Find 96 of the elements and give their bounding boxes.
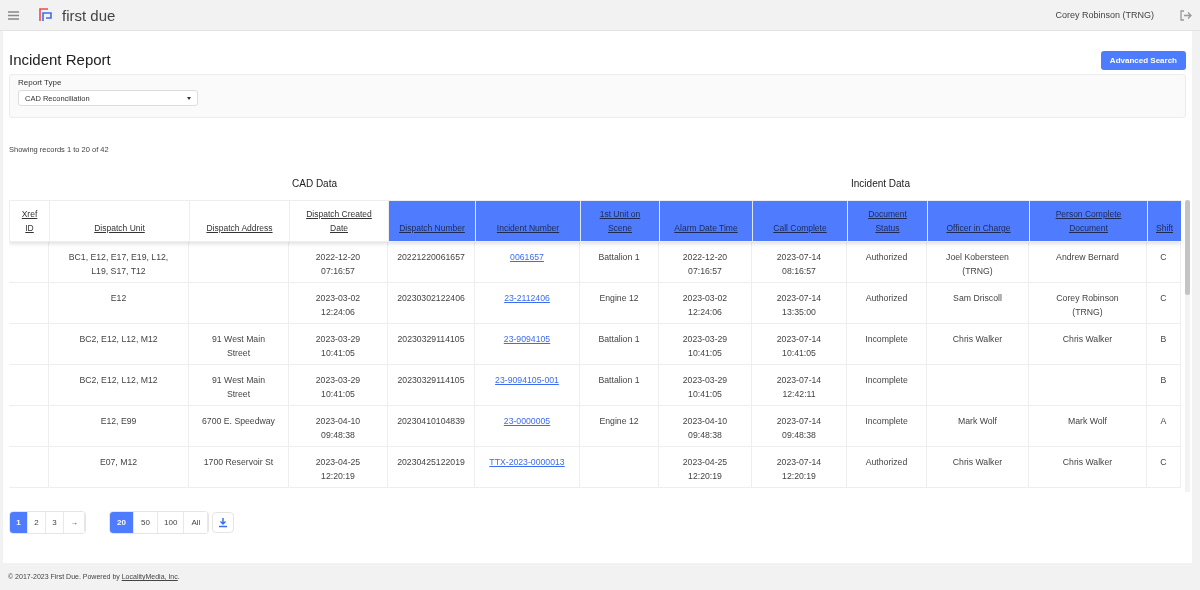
- table-cell-text: 2023-07-14 09:48:38: [775, 415, 823, 442]
- incident-link[interactable]: 23-0000005: [503, 414, 551, 428]
- table-cell-text: BC1, E12, E17, E19, L12, L19, S17, T12: [67, 251, 170, 278]
- incident-link[interactable]: TTX-2023-0000013: [489, 455, 565, 469]
- column-header[interactable]: Incident Number: [476, 201, 581, 241]
- table-cell-text: Incomplete: [865, 333, 908, 346]
- table-cell-text: 91 West Main Street: [211, 333, 266, 360]
- table-cell-text: 2023-04-10 09:48:38: [314, 415, 362, 442]
- table-cell-text: 2023-03-29 10:41:05: [681, 333, 729, 360]
- table-cell-text: B: [1160, 374, 1167, 387]
- page-button[interactable]: 1: [10, 512, 28, 533]
- column-header[interactable]: Officer in Charge: [928, 201, 1030, 241]
- column-header[interactable]: Dispatch Unit: [50, 201, 190, 241]
- table-cell-text: Incomplete: [865, 374, 908, 387]
- table-cell-text: Joel Kobersteen (TRNG): [945, 251, 1010, 278]
- column-header[interactable]: Shift: [1148, 201, 1181, 241]
- column-header[interactable]: Alarm Date Time: [660, 201, 753, 241]
- table-cell-text: B: [1160, 333, 1167, 346]
- table-cell-text: Battalion 1: [598, 333, 640, 346]
- table-cell-text: Sam Driscoll: [953, 292, 1002, 305]
- table-cell-text: 2023-03-02 12:24:06: [314, 292, 362, 319]
- table-cell-text: 20221220061657: [397, 251, 465, 264]
- table-cell-text: 2023-07-14 10:41:05: [775, 333, 823, 360]
- table-cell-text: 20230425122019: [397, 456, 465, 469]
- table-cell-text: C: [1160, 292, 1167, 305]
- table-cell-text: 1700 Reservoir St: [203, 456, 274, 469]
- table-cell-text: Chris Walker: [1062, 333, 1113, 346]
- table-cell-text: Chris Walker: [1062, 456, 1113, 469]
- table-cell-text: 20230410104839: [397, 415, 465, 428]
- table-cell-text: Engine 12: [599, 415, 639, 428]
- incident-link[interactable]: 23-2112406: [504, 291, 550, 305]
- menu-icon[interactable]: [8, 10, 19, 20]
- table-cell-text: C: [1160, 251, 1167, 264]
- column-header[interactable]: Call Complete: [753, 201, 848, 241]
- table-cell-text: 91 West Main Street: [211, 374, 266, 401]
- table-cell-text: Authorized: [865, 456, 908, 469]
- table-cell-text: Engine 12: [599, 292, 639, 305]
- table-cell-text: Chris Walker: [952, 333, 1003, 346]
- table-cell-text: 20230329114105: [397, 374, 465, 387]
- table-cell-text: 2023-04-25 12:20:19: [681, 456, 729, 483]
- table-cell-text: 2023-04-25 12:20:19: [314, 456, 362, 483]
- table-cell-text: E07, M12: [99, 456, 138, 469]
- table-cell-text: Corey Robinson (TRNG): [1055, 292, 1120, 319]
- table-cell-text: Incomplete: [865, 415, 908, 428]
- incident-link[interactable]: 23-9094105: [503, 332, 551, 346]
- logo-icon: [39, 8, 52, 22]
- field-label: Report Type: [18, 78, 63, 87]
- download-icon: [218, 517, 229, 528]
- incident-link[interactable]: 0061657: [510, 250, 544, 264]
- table-cell-text: Andrew Bernard: [1056, 251, 1119, 264]
- incident-link[interactable]: 23-9094105-001: [495, 373, 559, 387]
- table-cell-text: Authorized: [865, 251, 908, 264]
- table-cell-text: 6700 E. Speedway: [202, 415, 275, 428]
- table-cell-text: 2023-03-29 10:41:05: [314, 333, 362, 360]
- column-header[interactable]: 1st Unit on Scene: [581, 201, 660, 241]
- caret-icon: [187, 96, 191, 100]
- table-cell-text: 20230302122406: [397, 292, 465, 305]
- table-cell-text: 2022-12-20 07:16:57: [681, 251, 729, 278]
- table-cell-text: 2023-03-29 10:41:05: [681, 374, 729, 401]
- advanced-search-button[interactable]: Advanced Search: [1100, 51, 1186, 70]
- brand-name: first due: [62, 6, 116, 24]
- table-cell-text: 2023-04-10 09:48:38: [681, 415, 729, 442]
- user-name[interactable]: Corey Robinson (TRNG): [1055, 10, 1154, 20]
- column-header[interactable]: Dispatch Created Date: [290, 201, 389, 241]
- table-cell-text: 2023-07-14 08:16:57: [775, 251, 823, 278]
- table-cell-text: Authorized: [865, 292, 908, 305]
- table-cell-text: Mark Wolf: [1068, 415, 1107, 428]
- table-cell-text: Mark Wolf: [958, 415, 997, 428]
- table-cell-text: A: [1160, 415, 1167, 428]
- download-button[interactable]: [212, 512, 235, 533]
- column-header[interactable]: Dispatch Address: [190, 201, 290, 241]
- table-cell-text: Battalion 1: [598, 374, 640, 387]
- table-cell-text: Battalion 1: [598, 251, 640, 264]
- table-cell-text: 2023-07-14 12:42:11: [775, 374, 823, 401]
- table-cell-text: 2022-12-20 07:16:57: [314, 251, 362, 278]
- page-size-button[interactable]: 20: [110, 512, 134, 533]
- column-header[interactable]: Person Complete Document: [1030, 201, 1148, 241]
- table-cell-text: 2023-03-02 12:24:06: [681, 292, 729, 319]
- table-cell-text: 2023-07-14 12:20:19: [775, 456, 823, 483]
- scrollbar[interactable]: [1185, 200, 1190, 492]
- group-heading: CAD Data: [291, 178, 338, 189]
- table-cell-text: E12: [110, 292, 127, 305]
- group-heading: Incident Data: [850, 178, 911, 189]
- table-cell-text: 2023-03-29 10:41:05: [314, 374, 362, 401]
- table-cell-text: C: [1160, 456, 1167, 469]
- table-cell-text: BC2, E12, L12, M12: [79, 333, 158, 346]
- column-header[interactable]: Xref ID: [10, 201, 50, 241]
- column-header[interactable]: Document Status: [848, 201, 928, 241]
- column-header[interactable]: Dispatch Number: [389, 201, 476, 241]
- table-cell-text: BC2, E12, L12, M12: [79, 374, 158, 387]
- logout-icon[interactable]: [1180, 9, 1192, 21]
- table-cell-text: 2023-07-14 13:35:00: [775, 292, 823, 319]
- table-cell-text: E12, E99: [100, 415, 137, 428]
- table-cell-text: Chris Walker: [952, 456, 1003, 469]
- page-title: Incident Report: [9, 51, 111, 68]
- table-cell-text: 20230329114105: [397, 333, 465, 346]
